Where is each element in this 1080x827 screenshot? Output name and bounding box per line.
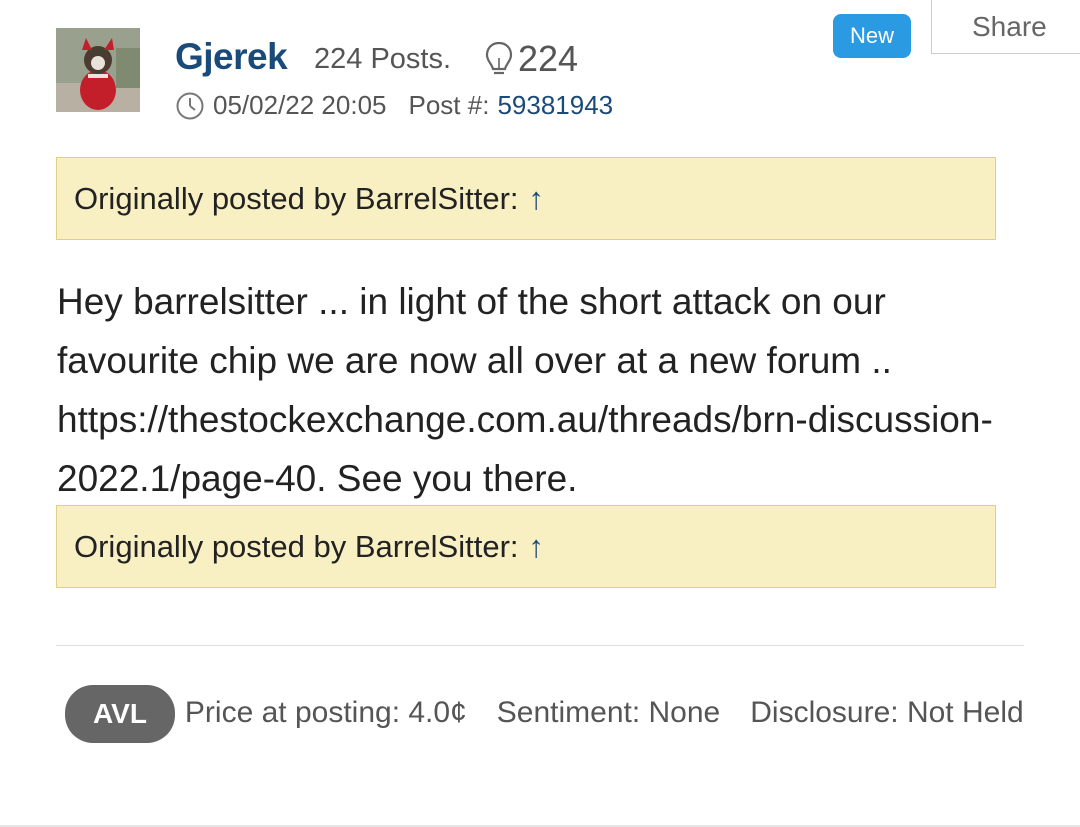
avatar[interactable]	[56, 28, 140, 112]
ticker-badge[interactable]: AVL	[65, 685, 175, 743]
quote-attribution: Originally posted by BarrelSitter:	[74, 528, 519, 564]
price-at-posting: Price at posting: 4.0¢	[184, 695, 467, 729]
new-badge: New	[833, 14, 911, 58]
post-body: Hey barrelsitter ... in light of the sho…	[57, 281, 993, 499]
lightbulb-icon	[484, 40, 514, 78]
post-timestamp: 05/02/22 20:05	[213, 90, 387, 120]
likes-count[interactable]: 224	[484, 38, 578, 80]
post-meta: 05/02/22 20:05 Post #: 59381943	[175, 90, 613, 121]
avatar-image	[56, 28, 140, 112]
quote-attribution: Originally posted by BarrelSitter:	[74, 180, 519, 216]
divider	[56, 645, 1024, 646]
username[interactable]: Gjerek	[175, 36, 288, 78]
disclosure: Disclosure: Not Held	[750, 695, 1024, 729]
likes-value: 224	[518, 38, 579, 79]
post-number-link[interactable]: 59381943	[497, 90, 613, 121]
sentiment: Sentiment: None	[496, 695, 721, 729]
posts-count: 224 Posts.	[314, 43, 452, 75]
clock-icon	[175, 91, 205, 121]
post-number-label: Post #:	[408, 90, 490, 120]
quote-jump-link[interactable]: ↑	[529, 529, 545, 565]
post-footer: AVL Price at posting: 4.0¢ Sentiment: None…	[65, 685, 1025, 743]
quote-block: Originally posted by BarrelSitter: ↑	[56, 157, 996, 240]
quote-block: Originally posted by BarrelSitter: ↑	[56, 505, 996, 588]
share-button[interactable]: Share	[931, 0, 1080, 54]
quote-jump-link[interactable]: ↑	[529, 181, 545, 217]
